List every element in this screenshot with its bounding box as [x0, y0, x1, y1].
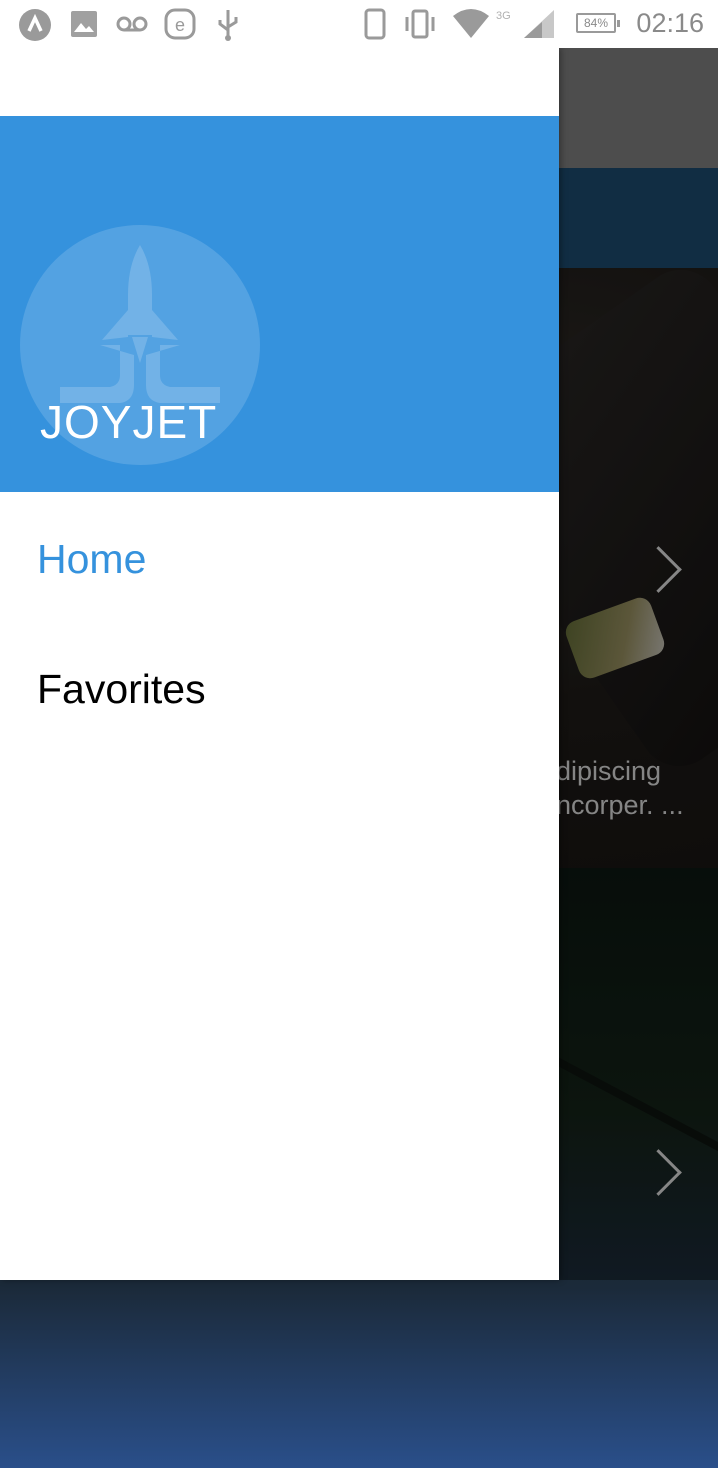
navigation-drawer: JOYJET Home Favorites: [0, 48, 559, 1280]
svg-text:e: e: [175, 15, 185, 35]
battery-icon: 84%: [576, 13, 620, 33]
usb-icon: [218, 10, 238, 41]
network-type: 3G: [496, 10, 511, 22]
drawer-item-favorites[interactable]: Favorites: [0, 622, 559, 752]
drawer-item-home[interactable]: Home: [0, 492, 559, 622]
drawer-item-label: Favorites: [37, 666, 206, 712]
battery-level: 84%: [583, 16, 609, 30]
wifi-icon: [453, 9, 489, 38]
vibrate-icon: [405, 9, 435, 39]
signal-icon: [524, 10, 554, 38]
drawer-item-label: Home: [37, 536, 147, 582]
phone-icon: [364, 8, 386, 40]
drawer-header: JOYJET: [0, 116, 559, 492]
clock: 02:16: [636, 8, 704, 38]
e-app-icon: e: [164, 8, 196, 40]
drawer-title: JOYJET: [40, 396, 218, 448]
voicemail-icon: [116, 16, 148, 32]
notification-app-icon: [19, 9, 51, 41]
status-bar: e 3G 84% 02:16: [0, 0, 718, 48]
image-icon: [71, 11, 97, 37]
